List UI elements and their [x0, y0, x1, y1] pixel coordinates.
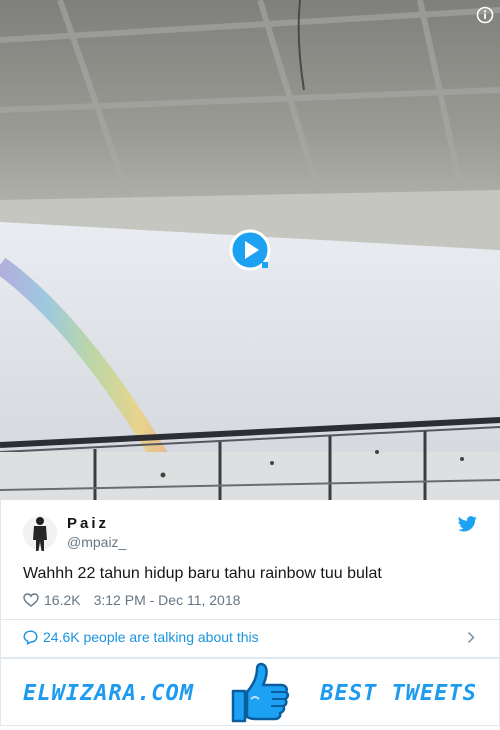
like-count[interactable]: 16.2K — [44, 592, 81, 608]
twitter-bird-icon[interactable] — [458, 516, 477, 532]
display-name[interactable]: Paiz — [67, 515, 109, 532]
avatar[interactable] — [23, 514, 57, 552]
heart-icon[interactable] — [23, 593, 39, 607]
tweet-timestamp[interactable]: 3:12 PM - Dec 11, 2018 — [94, 592, 241, 608]
user-handle[interactable]: @mpaiz_ — [67, 534, 126, 550]
divider — [1, 619, 499, 620]
tweet-video[interactable] — [0, 0, 500, 500]
tweet-card: Paiz @mpaiz_ Wahhh 22 tahun hidup baru t… — [0, 500, 500, 658]
speech-bubble-icon — [23, 629, 38, 645]
thumbs-up-icon — [231, 662, 290, 723]
banner-site-name: ELWIZARA.COM — [23, 681, 194, 706]
play-icon[interactable] — [229, 229, 271, 271]
tweet-meta: 16.2K 3:12 PM - Dec 11, 2018 — [23, 591, 240, 609]
talking-about-text: 24.6K people are talking about this — [43, 629, 259, 645]
banner-tagline: BEST TWEETS — [320, 681, 477, 706]
info-icon[interactable] — [476, 6, 494, 24]
tweet-text: Wahhh 22 tahun hidup baru tahu rainbow t… — [23, 565, 382, 582]
talking-about-link[interactable]: 24.6K people are talking about this — [23, 629, 259, 645]
chevron-right-icon[interactable] — [467, 631, 475, 644]
promo-banner[interactable]: ELWIZARA.COM BEST TWEETS — [0, 658, 500, 726]
